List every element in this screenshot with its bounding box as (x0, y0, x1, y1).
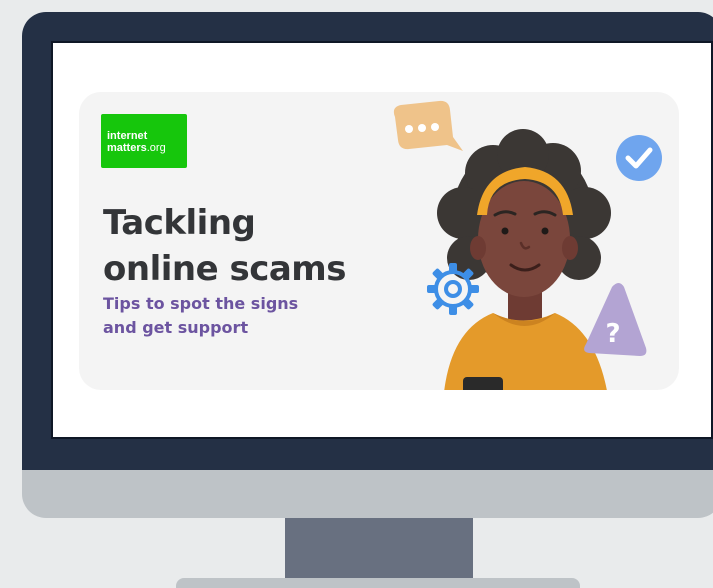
check-circle-icon (616, 135, 662, 181)
svg-text:?: ? (605, 319, 620, 349)
monitor-stand-neck (285, 518, 473, 580)
phone (463, 377, 503, 390)
question-warning-icon: ? (584, 283, 647, 356)
face (478, 181, 570, 297)
gear-icon (427, 263, 479, 315)
monitor-chin (22, 470, 713, 518)
monitor-screen: internet matters.org Tackling online sca… (51, 41, 713, 439)
monitor-stand-base (176, 578, 580, 588)
speech-bubble-icon (393, 100, 463, 151)
woman-illustration: ? (393, 100, 662, 390)
